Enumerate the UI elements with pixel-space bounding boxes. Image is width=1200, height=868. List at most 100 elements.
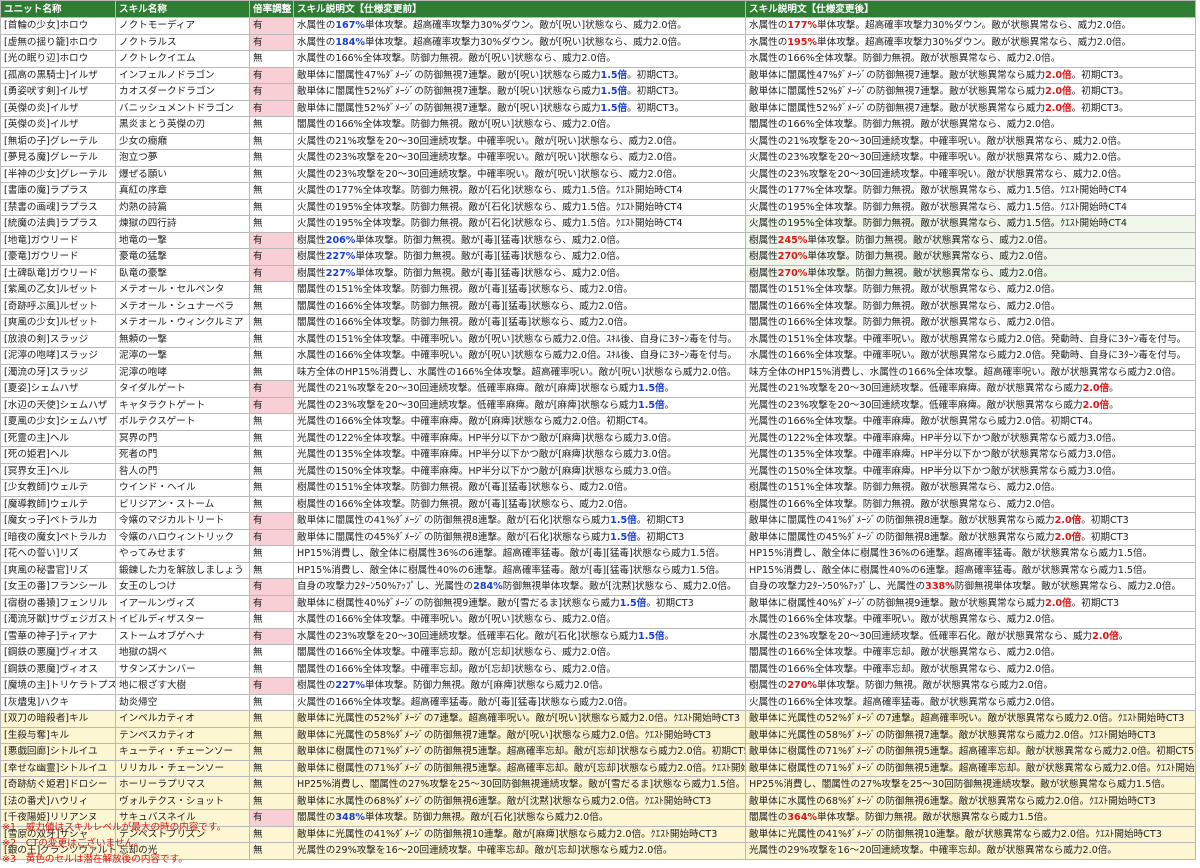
cell-multiplier-adjust[interactable]: 無 [249, 347, 294, 365]
header-description-before[interactable]: スキル説明文【仕様変更前】 [293, 0, 746, 18]
cell-description-before[interactable]: 樹属性の151%全体攻撃。防御力無視。敵が[毒][猛毒]状態なら、威力2.0倍。 [293, 479, 746, 497]
cell-skill-name[interactable]: 令嬢のマジカルトリート [115, 512, 250, 530]
cell-skill-name[interactable]: 地竜の一撃 [115, 231, 250, 249]
cell-multiplier-adjust[interactable]: 有 [249, 396, 294, 414]
cell-description-after[interactable]: 敵単体に闇属性52%ﾀﾞﾒｰｼﾞの防御無視7連撃。敵が状態異常なら威力2.0倍。… [745, 99, 1196, 117]
cell-description-before[interactable]: 樹属性206%単体攻撃。防御力無視。敵が[毒][猛毒]状態なら、威力2.0倍。 [293, 231, 746, 249]
cell-skill-name[interactable]: ストームオブゲヘナ [115, 627, 250, 645]
cell-description-before[interactable]: 光属性の21%攻撃を20～30回連続攻撃。低確率麻痺。敵が[麻痺]状態なら威力1… [293, 380, 746, 398]
cell-skill-name[interactable]: インペルカティオ [115, 710, 250, 728]
cell-skill-name[interactable]: 真紅の序章 [115, 182, 250, 200]
cell-multiplier-adjust[interactable]: 有 [249, 594, 294, 612]
cell-unit-name[interactable]: [孤高の黒騎士]イルザ [0, 66, 116, 84]
cell-unit-name[interactable]: [無垢の子]グレーテル [0, 132, 116, 150]
cell-multiplier-adjust[interactable]: 無 [249, 693, 294, 711]
cell-multiplier-adjust[interactable]: 有 [249, 66, 294, 84]
cell-description-after[interactable]: 光属性の29%攻撃を16～20回連続攻撃。中確率忘却。敵が状態異常なら威力2.0… [745, 842, 1196, 860]
cell-unit-name[interactable]: [水辺の天使]シェムハザ [0, 396, 116, 414]
cell-unit-name[interactable]: [禁書の画魂]ラプラス [0, 198, 116, 216]
cell-unit-name[interactable]: [死の姫君]ヘル [0, 446, 116, 464]
cell-unit-name[interactable]: [灰燼鬼]ハクキ [0, 693, 116, 711]
cell-skill-name[interactable]: ボルテクスゲート [115, 413, 250, 431]
cell-description-before[interactable]: 水属性の166%全体攻撃。防御力無視。敵が[呪い]状態なら、威力2.0倍。 [293, 50, 746, 68]
cell-description-before[interactable]: 光属性の29%攻撃を16～20回連続攻撃。中確率忘却。敵が[忘却]状態なら威力2… [293, 842, 746, 860]
cell-description-after[interactable]: 火属性の23%攻撃を20～30回連続攻撃。中確率呪い。敵が状態異常なら、威力2.… [745, 165, 1196, 183]
cell-unit-name[interactable]: [鋼鉄の悪魔]ヴィオス [0, 644, 116, 662]
cell-description-after[interactable]: 水属性の166%全体攻撃。中確率呪い。敵が状態異常なら威力2.0倍。発動時、自身… [745, 347, 1196, 365]
cell-multiplier-adjust[interactable]: 有 [249, 677, 294, 695]
cell-unit-name[interactable]: [幸せな幽霊]シトルイユ [0, 759, 116, 777]
cell-description-after[interactable]: 光属性の23%攻撃を20～30回連続攻撃。低確率麻痺。敵が状態異常なら威力2.0… [745, 396, 1196, 414]
cell-skill-name[interactable]: イビルディザスター [115, 611, 250, 629]
cell-skill-name[interactable]: 無頼の一撃 [115, 330, 250, 348]
cell-unit-name[interactable]: [濁流の牙]スラッジ [0, 363, 116, 381]
cell-multiplier-adjust[interactable]: 無 [249, 611, 294, 629]
cell-unit-name[interactable]: [魔導教師]ウェルテ [0, 495, 116, 513]
cell-unit-name[interactable]: [奇跡紡ぐ姫君]ドロシー [0, 776, 116, 794]
cell-multiplier-adjust[interactable]: 有 [249, 248, 294, 266]
cell-description-after[interactable]: 水属性の195%単体攻撃。超高確率攻撃力30%ダウン。敵が状態異常なら、威力2.… [745, 33, 1196, 51]
cell-description-before[interactable]: 水属性の166%全体攻撃。中確率呪い。敵が[呪い]状態なら、威力2.0倍。 [293, 611, 746, 629]
cell-description-after[interactable]: 自身の攻撃力2ﾀｰﾝ50%ｱｯﾌﾟし、光属性の338%防御無視単体攻撃。敵が状態… [745, 578, 1196, 596]
cell-unit-name[interactable]: [魔女っ子]ペトラルカ [0, 512, 116, 530]
cell-description-after[interactable]: 火属性の21%攻撃を20～30回連続攻撃。中確率呪い。敵が状態異常なら、威力2.… [745, 132, 1196, 150]
cell-description-before[interactable]: 樹属性227%単体攻撃。防御力無視。敵が[毒][猛毒]状態なら、威力2.0倍。 [293, 264, 746, 282]
cell-multiplier-adjust[interactable]: 無 [249, 825, 294, 843]
cell-multiplier-adjust[interactable]: 有 [249, 512, 294, 530]
cell-description-before[interactable]: 火属性の195%全体攻撃。防御力無視。敵が[石化]状態なら、威力1.5倍。ｸｴｽ… [293, 215, 746, 233]
cell-description-before[interactable]: 光属性の135%全体攻撃。中確率麻痺。HP半分以下かつ敵が[麻痺]状態なら威力3… [293, 446, 746, 464]
cell-description-before[interactable]: 光属性の166%全体攻撃。中確率麻痺。敵が[麻痺]状態なら威力2.0倍。初期CT… [293, 413, 746, 431]
cell-unit-name[interactable]: [宿樹の番猿]フェンリル [0, 594, 116, 612]
cell-description-after[interactable]: 水属性の177%単体攻撃。超高確率攻撃力30%ダウン。敵が状態異常なら、威力2.… [745, 17, 1196, 35]
cell-skill-name[interactable]: 黒炎まとう英傑の刃 [115, 116, 250, 134]
cell-description-before[interactable]: HP15%消費し、敵全体に樹属性40%の6連撃。超高確率猛毒。敵が[毒][猛毒]… [293, 561, 746, 579]
cell-skill-name[interactable]: 冥界の門 [115, 429, 250, 447]
cell-description-after[interactable]: 闇属性の166%全体攻撃。中確率忘却。敵が状態異常なら、威力2.0倍。 [745, 644, 1196, 662]
cell-multiplier-adjust[interactable]: 有 [249, 578, 294, 596]
cell-skill-name[interactable]: 泥濘の一撃 [115, 347, 250, 365]
cell-multiplier-adjust[interactable]: 無 [249, 116, 294, 134]
cell-description-before[interactable]: HP15%消費し、敵全体に樹属性36%の6連撃。超高確率猛毒。敵が[毒][猛毒]… [293, 545, 746, 563]
cell-unit-name[interactable]: [魔境の主]トリケラトプス [0, 677, 116, 695]
cell-multiplier-adjust[interactable]: 無 [249, 330, 294, 348]
cell-description-before[interactable]: 敵単体に光属性の52%ﾀﾞﾒｰｼﾞの7連撃。超高確率呪い。敵が[呪い]状態なら威… [293, 710, 746, 728]
cell-description-before[interactable]: 闇属性の166%全体攻撃。防御力無視。敵が[毒][猛毒]状態なら、威力2.0倍。 [293, 314, 746, 332]
cell-multiplier-adjust[interactable]: 無 [249, 198, 294, 216]
cell-unit-name[interactable]: [勇姿吠す剣]イルザ [0, 83, 116, 101]
cell-description-before[interactable]: 火属性の21%攻撃を20～30回連続攻撃。中確率呪い。敵が[呪い]状態なら、威力… [293, 132, 746, 150]
cell-description-before[interactable]: 敵単体に闇属性47%ﾀﾞﾒｰｼﾞの防御無視7連撃。敵が[呪い]状態なら威力1.5… [293, 66, 746, 84]
header-skill-name[interactable]: スキル名称 [115, 0, 250, 18]
cell-multiplier-adjust[interactable]: 無 [249, 462, 294, 480]
cell-description-after[interactable]: 闇属性の364%単体攻撃。防御力無視。敵が状態異常なら威力1.5倍。 [745, 809, 1196, 827]
cell-unit-name[interactable]: [首輪の少女]ホロウ [0, 17, 116, 35]
cell-unit-name[interactable]: [女王の番]フランシール [0, 578, 116, 596]
cell-description-before[interactable]: 敵単体に光属性の41%ﾀﾞﾒｰｼﾞの防御無視10連撃。敵が[麻痺]状態なら威力2… [293, 825, 746, 843]
cell-multiplier-adjust[interactable]: 有 [249, 231, 294, 249]
cell-description-before[interactable]: 敵単体に闇属性52%ﾀﾞﾒｰｼﾞの防御無視7連撃。敵が[呪い]状態なら威力1.5… [293, 83, 746, 101]
cell-multiplier-adjust[interactable]: 無 [249, 363, 294, 381]
cell-skill-name[interactable]: 煉獄の四行詩 [115, 215, 250, 233]
cell-multiplier-adjust[interactable]: 無 [249, 776, 294, 794]
cell-multiplier-adjust[interactable]: 無 [249, 710, 294, 728]
cell-description-after[interactable]: 火属性の195%全体攻撃。防御力無視。敵が状態異常なら、威力1.5倍。ｸｴｽﾄ開… [745, 215, 1196, 233]
cell-description-after[interactable]: 敵単体に樹属性の71%ﾀﾞﾒｰｼﾞの防御無視5連撃。超高確率忘却。敵が状態異常な… [745, 759, 1196, 777]
cell-description-before[interactable]: 水属性の151%全体攻撃。中確率呪い。敵が[呪い]状態なら威力2.0倍。ｽｷﾙ後… [293, 330, 746, 348]
cell-description-before[interactable]: 樹属性の166%全体攻撃。防御力無視。敵が[毒][猛毒]状態なら、威力2.0倍。 [293, 495, 746, 513]
header-description-after[interactable]: スキル説明文【仕様変更後】 [745, 0, 1196, 18]
cell-description-after[interactable]: 敵単体に光属性の52%ﾀﾞﾒｰｼﾞの7連撃。超高確率呪い。敵が状態異常なら威力2… [745, 710, 1196, 728]
cell-description-before[interactable]: 敵単体に闇属性の45%ﾀﾞﾒｰｼﾞの防御無視8連撃。敵が[石化]状態なら威力1.… [293, 528, 746, 546]
cell-skill-name[interactable]: 咎人の門 [115, 462, 250, 480]
cell-skill-name[interactable]: メテオール・シュナーベラ [115, 297, 250, 315]
cell-multiplier-adjust[interactable]: 有 [249, 264, 294, 282]
cell-skill-name[interactable]: 泡立つ夢 [115, 149, 250, 167]
cell-description-before[interactable]: 火属性の195%全体攻撃。防御力無視。敵が[石化]状態なら、威力1.5倍。ｸｴｽ… [293, 198, 746, 216]
cell-unit-name[interactable]: [濁流牙獣]サヴェジガスト [0, 611, 116, 629]
cell-multiplier-adjust[interactable]: 無 [249, 132, 294, 150]
cell-description-after[interactable]: 樹属性の166%全体攻撃。防御力無視。敵が状態異常なら、威力2.0倍。 [745, 495, 1196, 513]
cell-skill-name[interactable]: 地獄の調べ [115, 644, 250, 662]
cell-description-before[interactable]: 光属性の122%全体攻撃。中確率麻痺。HP半分以下かつ敵が[麻痺]状態なら威力3… [293, 429, 746, 447]
cell-multiplier-adjust[interactable]: 無 [249, 149, 294, 167]
cell-multiplier-adjust[interactable]: 無 [249, 743, 294, 761]
cell-skill-name[interactable]: キャタラクトゲート [115, 396, 250, 414]
cell-description-after[interactable]: 火属性の166%全体攻撃。超高確率猛毒。敵が状態異常なら威力2.0倍。 [745, 693, 1196, 711]
